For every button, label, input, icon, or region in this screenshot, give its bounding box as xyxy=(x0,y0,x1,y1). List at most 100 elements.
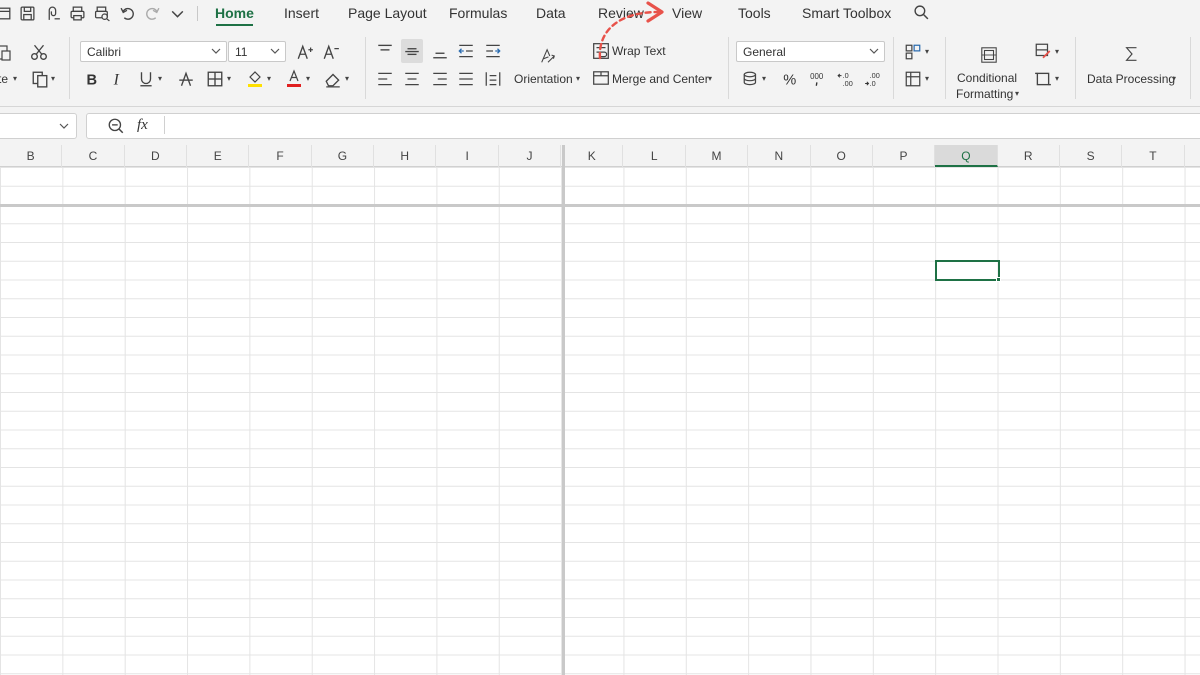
column-header-p[interactable]: P xyxy=(873,145,936,167)
cut-icon[interactable] xyxy=(29,42,49,62)
column-header-k[interactable]: K xyxy=(561,145,624,167)
increase-decimal-icon[interactable]: .0.00 xyxy=(836,69,856,89)
undo-icon[interactable] xyxy=(117,4,137,22)
cell-border-dropdown-caret[interactable]: ▾ xyxy=(1055,74,1059,83)
align-top-icon[interactable] xyxy=(375,41,395,61)
decrease-font-size-icon[interactable] xyxy=(321,42,341,62)
format-table-dropdown-caret[interactable]: ▾ xyxy=(925,47,929,56)
paste-dropdown-caret[interactable]: ▾ xyxy=(13,74,17,83)
print-preview-icon[interactable] xyxy=(92,4,112,22)
thousands-separator-icon[interactable]: 000 xyxy=(808,69,828,89)
merge-dropdown-caret[interactable]: ▾ xyxy=(708,74,712,83)
tab-view[interactable]: View xyxy=(672,5,702,21)
data-processing-label[interactable]: Data Processing xyxy=(1087,72,1175,86)
customize-chevron-icon[interactable] xyxy=(167,4,187,22)
font-color-icon[interactable] xyxy=(284,67,304,89)
conditional-formatting-label-2[interactable]: Formatting xyxy=(956,87,1013,101)
column-header-q[interactable]: Q xyxy=(935,145,998,167)
decrease-decimal-icon[interactable]: .00.0 xyxy=(863,69,883,89)
distributed-align-icon[interactable] xyxy=(483,69,503,89)
percent-icon[interactable]: % xyxy=(780,69,800,89)
font-size-select[interactable]: 11 xyxy=(228,41,286,62)
export-icon[interactable] xyxy=(43,4,63,22)
redo-icon[interactable] xyxy=(142,4,162,22)
column-header-g[interactable]: G xyxy=(312,145,375,167)
orientation-icon[interactable] xyxy=(535,43,561,69)
conditional-formatting-icon[interactable] xyxy=(976,42,1002,68)
borders-dropdown-caret[interactable]: ▾ xyxy=(227,74,231,83)
justify-icon[interactable] xyxy=(456,69,476,89)
increase-indent-icon[interactable] xyxy=(483,41,503,61)
column-header-i[interactable]: I xyxy=(436,145,499,167)
column-header-d[interactable]: D xyxy=(125,145,188,167)
column-header-e[interactable]: E xyxy=(187,145,250,167)
data-processing-caret[interactable]: ▾ xyxy=(1172,74,1176,83)
format-as-table-icon[interactable] xyxy=(903,42,923,62)
font-name-select[interactable]: Calibri xyxy=(80,41,227,62)
align-center-icon[interactable] xyxy=(402,69,422,89)
paste-icon[interactable] xyxy=(0,41,14,63)
column-header-r[interactable]: R xyxy=(998,145,1060,167)
orientation-dropdown-caret[interactable]: ▾ xyxy=(576,74,580,83)
copy-dropdown-caret[interactable]: ▾ xyxy=(51,74,55,83)
borders-icon[interactable] xyxy=(205,69,225,89)
fill-color-dropdown-caret[interactable]: ▾ xyxy=(267,74,271,83)
paste-label[interactable]: te xyxy=(0,72,8,86)
highlight-dropdown-caret[interactable]: ▾ xyxy=(1055,47,1059,56)
tab-smart-toolbox[interactable]: Smart Toolbox xyxy=(802,5,891,21)
column-header-j[interactable]: J xyxy=(499,145,562,167)
formula-input[interactable] xyxy=(86,113,1200,139)
search-icon[interactable] xyxy=(911,3,931,21)
merge-center-icon[interactable] xyxy=(592,69,610,87)
copy-icon[interactable] xyxy=(30,69,50,89)
bold-icon[interactable]: B xyxy=(81,69,101,89)
number-format-select[interactable]: General xyxy=(736,41,885,62)
italic-icon[interactable]: I xyxy=(107,69,127,89)
freeze-pane-horizontal-line[interactable] xyxy=(0,204,1200,207)
column-header-h[interactable]: H xyxy=(374,145,437,167)
save-icon[interactable] xyxy=(17,4,37,22)
highlight-cells-icon[interactable] xyxy=(1033,41,1053,61)
font-color-dropdown-caret[interactable]: ▾ xyxy=(306,74,310,83)
cell-style-icon[interactable] xyxy=(903,69,923,89)
zoom-formula-icon[interactable] xyxy=(107,117,125,135)
column-header-l[interactable]: L xyxy=(624,145,686,167)
column-header-t[interactable]: T xyxy=(1122,145,1185,167)
file-icon[interactable] xyxy=(0,4,14,22)
active-cell[interactable] xyxy=(935,260,1000,281)
conditional-formatting-label-1[interactable]: Conditional xyxy=(957,71,1017,85)
strikethrough-icon[interactable] xyxy=(176,69,196,89)
insert-function-fx[interactable]: fx xyxy=(137,117,148,134)
tab-home[interactable]: Home xyxy=(215,5,254,21)
align-right-icon[interactable] xyxy=(430,69,450,89)
cell-border-icon[interactable] xyxy=(1033,69,1053,89)
align-bottom-icon[interactable] xyxy=(430,41,450,61)
fill-handle[interactable] xyxy=(996,277,1001,282)
underline-dropdown-caret[interactable]: ▾ xyxy=(158,74,162,83)
column-header-o[interactable]: O xyxy=(811,145,873,167)
column-header-n[interactable]: N xyxy=(748,145,811,167)
tab-insert[interactable]: Insert xyxy=(284,5,319,21)
align-left-icon[interactable] xyxy=(375,69,395,89)
increase-font-size-icon[interactable] xyxy=(295,42,315,62)
column-header-m[interactable]: M xyxy=(686,145,749,167)
clear-dropdown-caret[interactable]: ▾ xyxy=(345,74,349,83)
decrease-indent-icon[interactable] xyxy=(456,41,476,61)
merge-center-label[interactable]: Merge and Center xyxy=(612,72,709,86)
align-middle-icon[interactable] xyxy=(401,39,423,63)
conditional-formatting-caret[interactable]: ▾ xyxy=(1015,89,1019,98)
accounting-format-icon[interactable] xyxy=(741,69,761,89)
tab-page-layout[interactable]: Page Layout xyxy=(348,5,427,21)
column-header-s[interactable]: S xyxy=(1060,145,1123,167)
name-box[interactable] xyxy=(0,113,77,139)
column-header-c[interactable]: C xyxy=(62,145,125,167)
print-icon[interactable] xyxy=(67,4,87,22)
sum-icon[interactable] xyxy=(1120,42,1144,66)
tab-formulas[interactable]: Formulas xyxy=(449,5,507,21)
clear-formatting-icon[interactable] xyxy=(323,69,343,89)
freeze-pane-vertical-line[interactable] xyxy=(562,145,565,675)
accounting-dropdown-caret[interactable]: ▾ xyxy=(762,74,766,83)
cell-style-dropdown-caret[interactable]: ▾ xyxy=(925,74,929,83)
tab-data[interactable]: Data xyxy=(536,5,566,21)
orientation-label[interactable]: Orientation xyxy=(514,72,573,86)
